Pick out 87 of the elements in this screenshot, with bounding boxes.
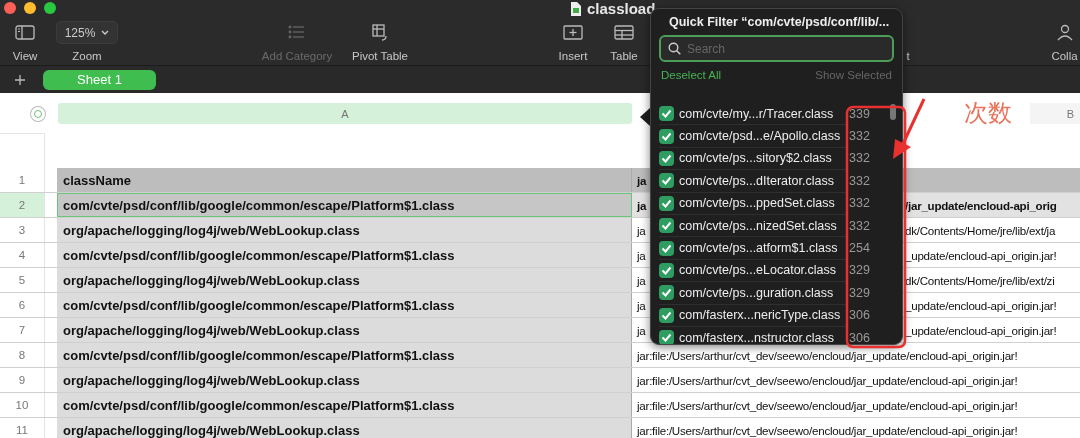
- cell-text: ja: [637, 173, 647, 187]
- cell-text: dk/Contents/Home/jre/lib/ext/zi: [905, 273, 1055, 287]
- window-title: classload: [587, 0, 656, 17]
- checkbox[interactable]: [659, 285, 674, 301]
- toolbar-label[interactable]: View: [12, 50, 38, 62]
- filter-item-label[interactable]: com/fasterx...nericType.class: [679, 308, 841, 323]
- filter-item-label[interactable]: com/cvte/psd...e/Apollo.class: [679, 129, 841, 144]
- zoom-dropdown[interactable]: 125%: [55, 21, 119, 44]
- list-icon: [287, 23, 307, 41]
- checkbox[interactable]: [659, 307, 674, 323]
- table-cell: com/cvte/psd/conf/lib/google/common/escape/Platform$1.class: [57, 393, 632, 417]
- count-text: 329: [849, 263, 870, 278]
- count-text: 332: [849, 173, 870, 188]
- table-cell: com/cvte/psd/conf/lib/google/common/escape/Platform$1.class: [57, 193, 632, 217]
- toolbar-label[interactable]: Insert: [558, 50, 588, 62]
- insert-icon: [563, 23, 583, 41]
- toolbar-label: Zoom: [72, 50, 102, 62]
- table-icon: [614, 23, 634, 41]
- toolbar-label[interactable]: Colla: [1051, 50, 1078, 62]
- scrollbar-thumb[interactable]: [890, 104, 896, 120]
- cell-text: ja: [637, 273, 646, 287]
- cell-text: ja: [637, 248, 646, 262]
- table-cell: org/apache/logging/log4j/web/WebLookup.class: [57, 368, 632, 392]
- table-cell: org/apache/logging/log4j/web/WebLookup.class: [57, 268, 632, 292]
- count-text: 332: [849, 129, 870, 144]
- column-header[interactable]: A: [58, 103, 633, 124]
- count-text: 332: [849, 151, 870, 166]
- pivot-table-icon: [370, 23, 390, 41]
- filter-item-label[interactable]: com/cvte/ps...nizedSet.class: [679, 218, 837, 233]
- sidebar-icon: [15, 23, 35, 41]
- cell-text: ja: [637, 323, 646, 337]
- checkbox[interactable]: [659, 173, 674, 189]
- count-text: 339: [849, 106, 870, 121]
- table-cell: com/cvte/psd/conf/lib/google/common/escape/Platform$1.class: [57, 293, 632, 317]
- window-control[interactable]: [4, 2, 16, 14]
- toolbar-label[interactable]: Table: [610, 50, 638, 62]
- popover-title: Quick Filter “com/cvte/psd/conf/lib/...: [668, 15, 891, 29]
- count-text: 306: [849, 308, 870, 323]
- document-icon: [570, 1, 581, 16]
- filter-item-label[interactable]: com/cvte/ps...dIterator.class: [679, 173, 834, 188]
- count-text: 332: [849, 218, 870, 233]
- search-field[interactable]: Search: [659, 35, 894, 62]
- filter-item-label[interactable]: com/cvte/ps...guration.class: [679, 285, 834, 300]
- cell-text: _update/encloud-api_origin.jar!: [905, 248, 1057, 262]
- cell-text: /jar_update/encloud-api_orig: [905, 198, 1057, 212]
- row-number[interactable]: 2: [0, 193, 45, 217]
- toolbar-label[interactable]: Pivot Table: [351, 50, 408, 62]
- checkbox[interactable]: [659, 128, 674, 144]
- cell-text: _update/encloud-api_origin.jar!: [905, 298, 1057, 312]
- cell-text: ja: [637, 198, 647, 212]
- filter-item-label[interactable]: com/cvte/ps...eLocator.class: [679, 263, 836, 278]
- filter-item-label[interactable]: com/cvte/ps...ppedSet.class: [679, 196, 835, 211]
- checkbox[interactable]: [659, 262, 674, 278]
- count-text: 254: [849, 241, 870, 256]
- table-cell: com/cvte/psd/conf/lib/google/common/escape/Platform$1.class: [57, 243, 632, 267]
- cell-text: dk/Contents/Home/jre/lib/ext/ja: [905, 223, 1056, 237]
- table-cell: com/cvte/psd/conf/lib/google/common/escape/Platform$1.class: [57, 343, 632, 367]
- checkbox[interactable]: [659, 218, 674, 234]
- table-cell: className: [57, 168, 632, 192]
- window-control[interactable]: [44, 2, 56, 14]
- table-cell: org/apache/logging/log4j/web/WebLookup.class: [57, 318, 632, 342]
- checkbox[interactable]: [659, 240, 674, 256]
- checkbox[interactable]: [659, 195, 674, 211]
- search-icon: [668, 42, 681, 55]
- table-cell: org/apache/logging/log4j/web/WebLookup.class: [57, 218, 632, 242]
- filter-item-label[interactable]: com/fasterx...nstructor.class: [679, 330, 834, 344]
- annotation-label: 次数: [964, 98, 1012, 129]
- add-icon: [14, 73, 26, 86]
- deselect-all-link[interactable]: Deselect All: [661, 69, 722, 81]
- count-text: 332: [849, 196, 870, 211]
- filter-item-label[interactable]: com/cvte/my...r/Tracer.class: [679, 106, 834, 121]
- cell-text: ja: [637, 298, 646, 312]
- checkbox[interactable]: [659, 330, 674, 344]
- window-control[interactable]: [24, 2, 36, 14]
- cell-text: _update/encloud-api_origin.jar!: [905, 323, 1057, 337]
- checkbox[interactable]: [659, 106, 674, 122]
- filter-item-label[interactable]: com/cvte/ps...atform$1.class: [679, 241, 838, 256]
- count-text: 329: [849, 285, 870, 300]
- column-header[interactable]: B: [1030, 103, 1080, 124]
- chevron-icon: [101, 30, 110, 35]
- filter-item-label[interactable]: com/cvte/ps...sitory$2.class: [679, 151, 832, 166]
- table-cell: org/apache/logging/log4j/web/WebLookup.class: [57, 418, 632, 438]
- cell-text: ja: [637, 223, 646, 237]
- toolbar-label: t: [906, 50, 910, 62]
- count-text: 306: [849, 330, 870, 344]
- annotation-arrow: [890, 96, 928, 162]
- checkbox[interactable]: [659, 150, 674, 166]
